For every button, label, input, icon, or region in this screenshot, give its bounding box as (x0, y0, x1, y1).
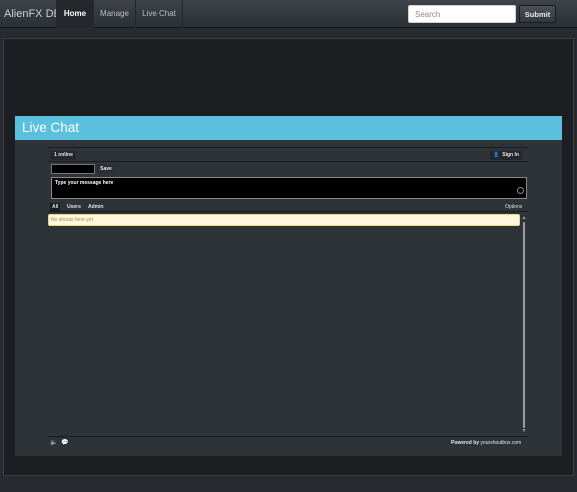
shout-scrollbar[interactable]: ▲ ▼ (521, 216, 527, 434)
chat-header: Live Chat (15, 116, 562, 140)
powered-by-link[interactable]: yourshoutbox.com (480, 440, 521, 446)
user-icon: 👤 (493, 152, 500, 158)
scroll-up-icon[interactable]: ▲ (521, 216, 527, 221)
scroll-thumb[interactable] (523, 222, 525, 428)
tab-admin[interactable]: Admin (86, 203, 106, 211)
scroll-down-icon[interactable]: ▼ (521, 429, 527, 434)
tab-all[interactable]: All (50, 203, 61, 211)
nav-item-manage[interactable]: Manage (93, 0, 135, 28)
name-field[interactable] (51, 164, 95, 174)
nav-item-live-chat[interactable]: Live Chat (135, 0, 183, 28)
message-input[interactable]: Type your message here (51, 177, 527, 199)
divider (48, 147, 528, 148)
sign-in-label: Sign In (502, 152, 519, 158)
sign-in-button[interactable]: 👤 Sign In (490, 151, 522, 160)
powered-by-label: Powered by (451, 440, 480, 446)
divider (48, 161, 528, 162)
divider (48, 436, 528, 437)
brand-logo[interactable]: AlienFX DB (4, 0, 61, 28)
tab-users[interactable]: Users (65, 203, 83, 211)
nav-item-home[interactable]: Home (56, 0, 93, 28)
emoji-icon[interactable] (517, 187, 524, 194)
save-button[interactable]: Save (97, 165, 115, 173)
options-link[interactable]: Options (505, 203, 522, 211)
online-count-badge[interactable]: 1 online (51, 151, 76, 160)
top-navbar: AlienFX DB Home Manage Live Chat Submit (0, 0, 577, 28)
empty-shouts-notice: No shouts here yet (48, 214, 520, 226)
divider (48, 211, 528, 212)
sound-icon[interactable]: 🔈 (50, 440, 57, 446)
search-input[interactable] (408, 5, 516, 23)
powered-by: Powered by yourshoutbox.com (451, 440, 521, 446)
chat-bubble-icon[interactable]: 💬 (61, 440, 68, 446)
footer-icons: 🔈 💬 (50, 440, 69, 446)
submit-button[interactable]: Submit (519, 5, 556, 23)
